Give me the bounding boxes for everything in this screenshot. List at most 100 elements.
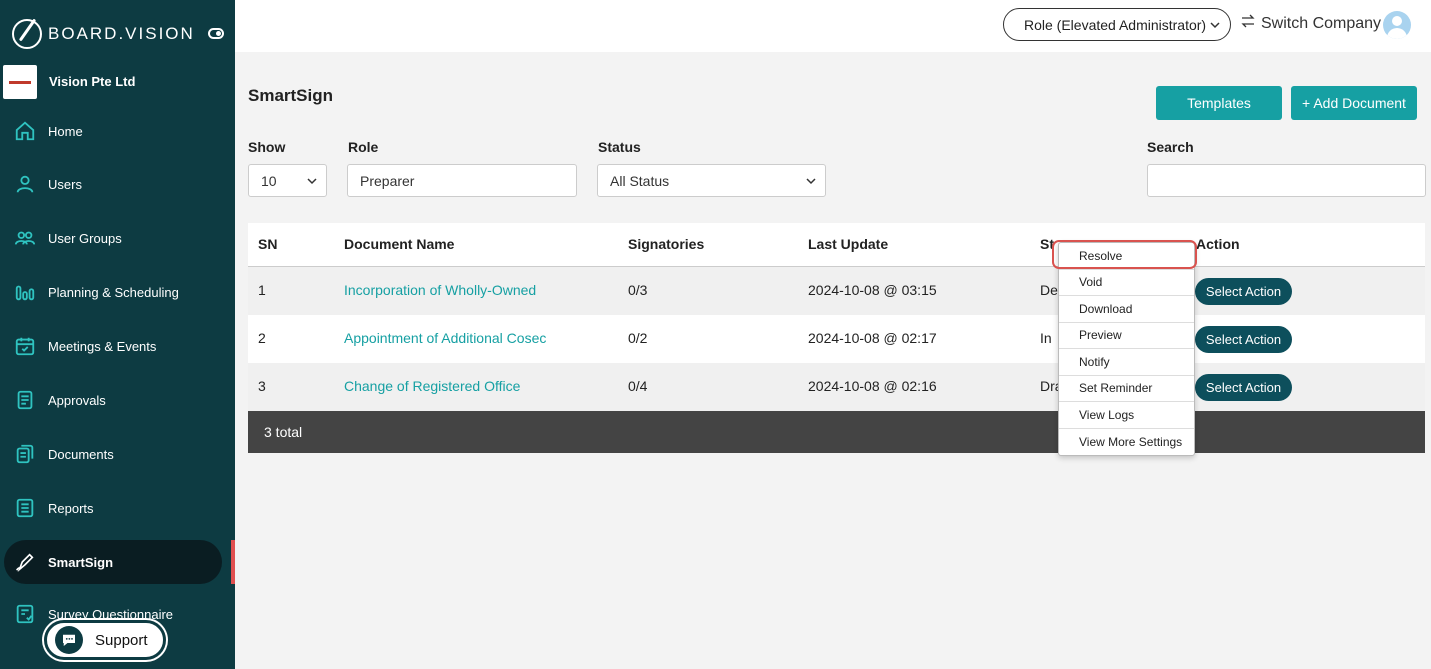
sidebar-item-label: Approvals (48, 392, 106, 408)
show-label: Show (248, 139, 286, 155)
brand-name: BOARD.VISION (48, 24, 195, 43)
active-indicator (231, 540, 235, 584)
sidebar-item-users[interactable]: Users (0, 162, 235, 206)
cell-sn: 2 (258, 330, 266, 346)
menu-item-set-reminder[interactable]: Set Reminder (1059, 376, 1194, 402)
sidebar-item-label: Meetings & Events (48, 338, 157, 354)
role-filter-input[interactable]: Preparer (347, 164, 577, 197)
sidebar-item-label: User Groups (48, 230, 122, 246)
chat-icon (55, 626, 83, 654)
status-filter-select[interactable]: All Status (597, 164, 826, 197)
logo-mark-icon (12, 19, 42, 49)
column-header-sn[interactable]: SN (258, 236, 277, 252)
sidebar-item-label: Documents (48, 446, 114, 462)
role-select-value: Role (Elevated Administrator) (1024, 16, 1207, 33)
sidebar-item-home[interactable]: Home (0, 109, 235, 153)
sidebar-item-label: Reports (48, 500, 94, 516)
status-filter-value: All Status (610, 172, 670, 189)
users-icon (14, 227, 36, 249)
sidebar-item-label: Planning & Scheduling (48, 284, 179, 300)
cell-last-update: 2024-10-08 @ 02:17 (808, 330, 937, 346)
cell-sn: 3 (258, 378, 266, 394)
top-header: Role (Elevated Administrator) Switch Com… (235, 0, 1431, 52)
cell-signatories: 0/3 (628, 282, 648, 298)
sidebar-item-label: SmartSign (48, 554, 114, 570)
pen-icon (14, 551, 36, 573)
documents-icon (14, 443, 36, 465)
support-button[interactable]: Support (44, 620, 166, 660)
company-logo (3, 65, 37, 99)
sidebar-item-smartsign[interactable]: SmartSign (0, 540, 235, 584)
document-link[interactable]: Appointment of Additional Cosec (344, 330, 546, 346)
document-link[interactable]: Change of Registered Office (344, 378, 520, 394)
select-action-button[interactable]: Select Action (1195, 278, 1292, 305)
menu-item-notify[interactable]: Notify (1059, 349, 1194, 376)
cell-last-update: 2024-10-08 @ 02:16 (808, 378, 937, 394)
document-link[interactable]: Incorporation of Wholly-Owned (344, 282, 536, 298)
survey-icon (14, 603, 36, 625)
sidebar-item-label: Home (48, 123, 83, 139)
sidebar-toggle-icon[interactable] (208, 28, 224, 39)
role-select[interactable]: Role (Elevated Administrator) (1003, 8, 1231, 41)
role-filter-value: Preparer (360, 172, 415, 189)
column-header-document-name[interactable]: Document Name (344, 236, 454, 252)
status-label: Status (598, 139, 641, 155)
approvals-icon (14, 389, 36, 411)
home-icon (14, 120, 36, 142)
menu-item-view-logs[interactable]: View Logs (1059, 402, 1194, 429)
menu-item-download[interactable]: Download (1059, 296, 1194, 323)
page-title: SmartSign (248, 86, 334, 105)
reports-icon (14, 497, 36, 519)
table-row: 3 Change of Registered Office 0/4 2024-1… (248, 363, 1425, 411)
sidebar-item-planning[interactable]: Planning & Scheduling (0, 270, 235, 314)
column-header-action: Action (1196, 236, 1240, 252)
search-input[interactable] (1147, 164, 1426, 197)
switch-company-label: Switch Company (1261, 14, 1382, 32)
cell-last-update: 2024-10-08 @ 03:15 (808, 282, 937, 298)
switch-company-button[interactable]: Switch Company (1241, 14, 1381, 33)
cell-signatories: 0/2 (628, 330, 648, 346)
table-footer: 3 total (248, 411, 1425, 453)
action-menu: Resolve Void Download Preview Notify Set… (1058, 242, 1195, 456)
support-label: Support (95, 631, 148, 649)
company-name: Vision Pte Ltd (49, 73, 136, 89)
user-icon (14, 173, 36, 195)
cell-status: De (1040, 282, 1058, 298)
table-header: SN Document Name Signatories Last Update… (248, 223, 1425, 267)
documents-table: SN Document Name Signatories Last Update… (248, 223, 1425, 453)
table-row: 2 Appointment of Additional Cosec 0/2 20… (248, 315, 1425, 363)
sidebar-item-documents[interactable]: Documents (0, 432, 235, 476)
column-header-last-update[interactable]: Last Update (808, 236, 888, 252)
sidebar-item-label: Users (48, 176, 82, 192)
select-action-button[interactable]: Select Action (1195, 326, 1292, 353)
sidebar-item-reports[interactable]: Reports (0, 486, 235, 530)
sidebar: BOARD.VISION Vision Pte Ltd Home Users U… (0, 0, 235, 669)
switch-arrows-icon (1241, 14, 1255, 33)
sidebar-item-approvals[interactable]: Approvals (0, 378, 235, 422)
templates-button[interactable]: Templates (1156, 86, 1282, 120)
resolve-highlight (1052, 240, 1197, 269)
company-switcher[interactable]: Vision Pte Ltd (3, 65, 135, 99)
planning-icon (14, 281, 36, 303)
total-count: 3 total (264, 424, 303, 440)
cell-sn: 1 (258, 282, 266, 298)
menu-item-void[interactable]: Void (1059, 270, 1194, 296)
show-entries-value: 10 (261, 172, 277, 189)
show-entries-select[interactable]: 10 (248, 164, 327, 197)
role-label: Role (348, 139, 379, 155)
chevron-down-icon (1210, 18, 1220, 35)
menu-item-preview[interactable]: Preview (1059, 323, 1194, 349)
add-document-button[interactable]: + Add Document (1291, 86, 1417, 120)
column-header-signatories[interactable]: Signatories (628, 236, 704, 252)
sidebar-item-meetings[interactable]: Meetings & Events (0, 324, 235, 368)
menu-item-view-more-settings[interactable]: View More Settings (1059, 429, 1194, 456)
chevron-down-icon (306, 174, 318, 191)
search-label: Search (1147, 139, 1194, 155)
sidebar-item-user-groups[interactable]: User Groups (0, 216, 235, 260)
cell-status: In (1040, 330, 1052, 346)
cell-signatories: 0/4 (628, 378, 648, 394)
calendar-icon (14, 335, 36, 357)
avatar[interactable] (1383, 11, 1411, 39)
brand-logo[interactable]: BOARD.VISION (12, 18, 224, 50)
select-action-button[interactable]: Select Action (1195, 374, 1292, 401)
